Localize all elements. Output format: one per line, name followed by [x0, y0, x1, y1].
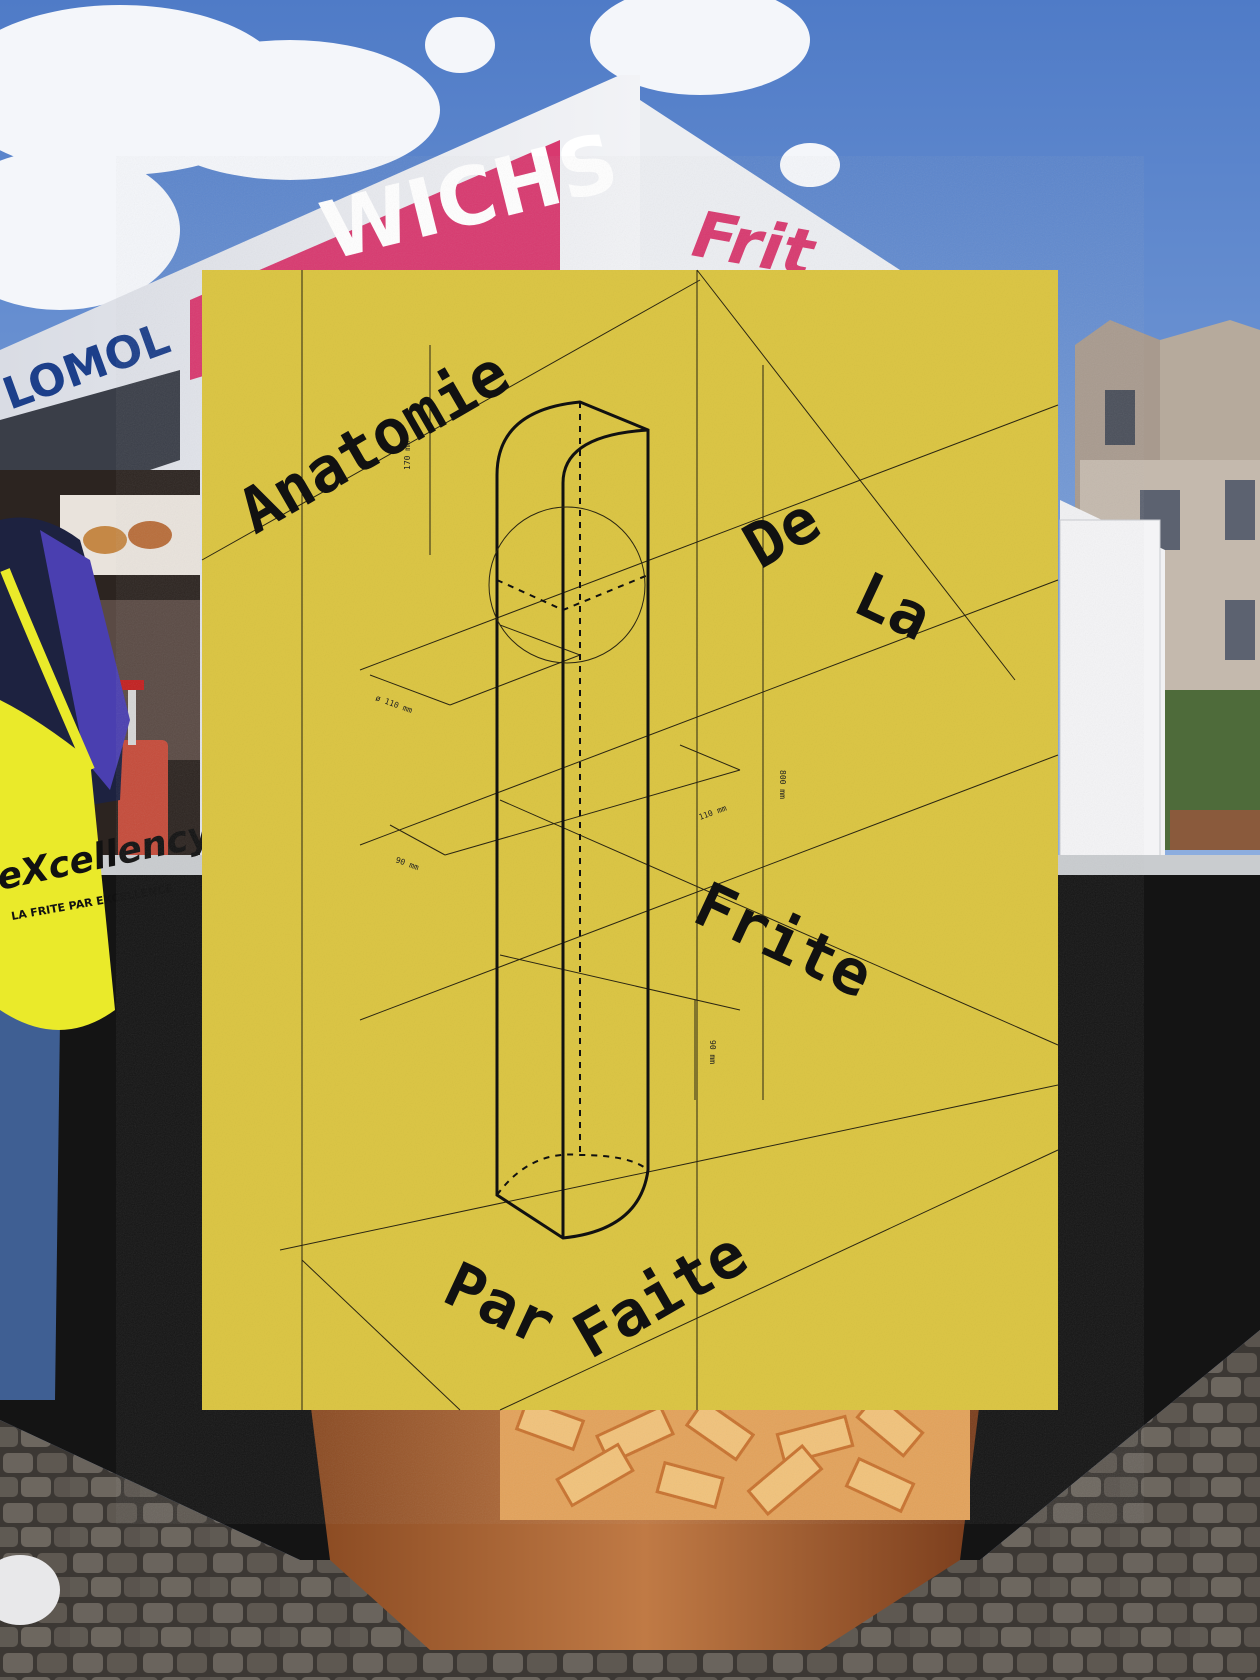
scene-illustration: WICHS LOMOL Frit eXcellency LA FRITE PAR… — [0, 0, 1260, 1680]
dim-label-5: 800 mm — [778, 770, 787, 799]
photo-scene: WICHS LOMOL Frit eXcellency LA FRITE PAR… — [0, 0, 1260, 1680]
dim-label-6: 90 mm — [708, 1040, 717, 1064]
fries-box — [310, 1392, 980, 1650]
poster: 170 mm ø 110 mm 110 mm 90 mm 800 mm 90 m… — [201, 269, 1059, 1411]
